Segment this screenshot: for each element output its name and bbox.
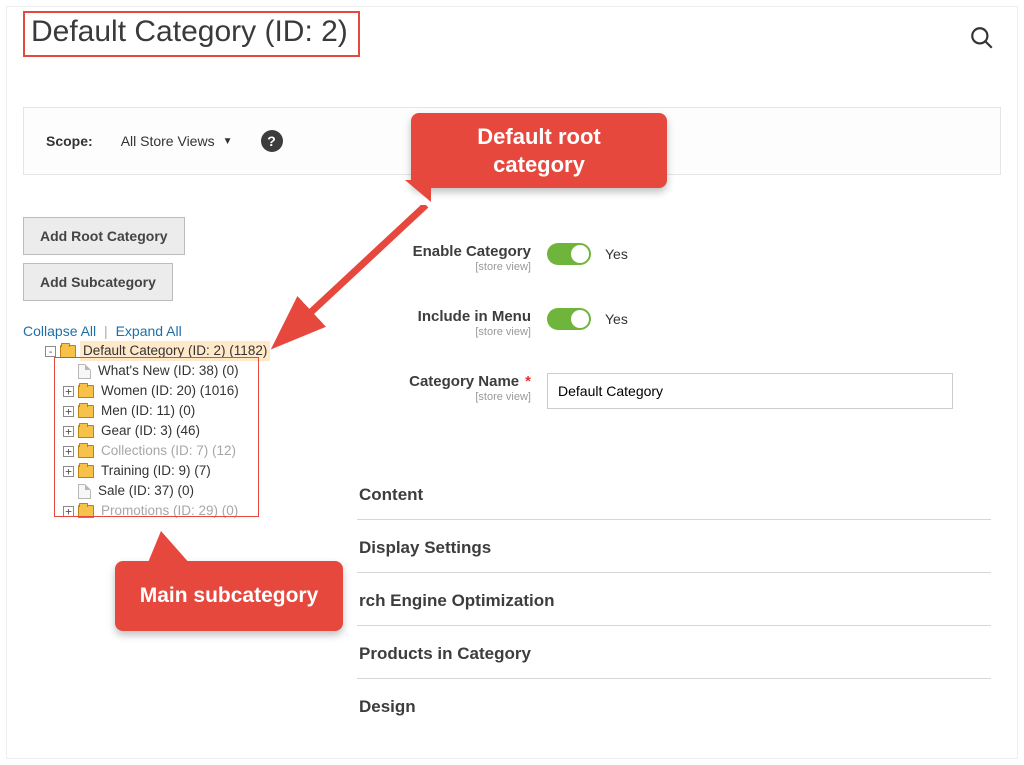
help-icon[interactable]: ? (261, 130, 283, 152)
include-in-menu-toggle[interactable] (547, 308, 591, 330)
scope-note: [store view] (357, 391, 531, 404)
tree-label: What's New (ID: 38) (0) (95, 361, 242, 381)
expand-icon[interactable]: + (63, 466, 74, 477)
collapse-icon[interactable]: - (45, 346, 56, 357)
tree-node-men[interactable]: + Men (ID: 11) (0) (23, 401, 323, 421)
page-frame: Default Category (ID: 2) Scope: All Stor… (6, 6, 1018, 759)
left-column: Add Root Category Add Subcategory Collap… (23, 217, 323, 521)
section-design[interactable]: Design (357, 679, 991, 731)
include-in-menu-label: Include in Menu (418, 308, 531, 325)
tree-node-training[interactable]: + Training (ID: 9) (7) (23, 461, 323, 481)
tree-label: Promotions (ID: 29) (0) (98, 501, 241, 521)
toggle-placeholder (63, 366, 74, 377)
expand-icon[interactable]: + (63, 506, 74, 517)
add-root-category-button[interactable]: Add Root Category (23, 217, 185, 255)
add-subcategory-button[interactable]: Add Subcategory (23, 263, 173, 301)
scope-select[interactable]: All Store Views ▼ (121, 133, 233, 149)
toggle-yes-label: Yes (605, 246, 628, 262)
expand-icon[interactable]: + (63, 406, 74, 417)
tree-label: Men (ID: 11) (0) (98, 401, 198, 421)
enable-category-toggle[interactable] (547, 243, 591, 265)
category-tree: - Default Category (ID: 2) (1182) What's… (23, 341, 323, 521)
tree-label: Collections (ID: 7) (12) (98, 441, 239, 461)
toggle-placeholder (63, 486, 74, 497)
tree-node-gear[interactable]: + Gear (ID: 3) (46) (23, 421, 323, 441)
folder-icon (78, 385, 94, 398)
folder-icon (78, 465, 94, 478)
category-name-label: Category Name (409, 373, 519, 390)
folder-icon (78, 405, 94, 418)
section-seo[interactable]: rch Engine Optimization (357, 573, 991, 626)
folder-icon (78, 445, 94, 458)
expand-icon[interactable]: + (63, 446, 74, 457)
expand-icon[interactable]: + (63, 426, 74, 437)
tree-label: Gear (ID: 3) (46) (98, 421, 203, 441)
scope-note: [store view] (357, 261, 531, 274)
tree-actions: Collapse All | Expand All (23, 323, 323, 339)
folder-icon (60, 345, 76, 358)
tree-node-sale[interactable]: Sale (ID: 37) (0) (23, 481, 323, 501)
tree-node-promotions[interactable]: + Promotions (ID: 29) (0) (23, 501, 323, 521)
expand-icon[interactable]: + (63, 386, 74, 397)
tree-label: Default Category (ID: 2) (1182) (80, 341, 270, 361)
toggle-yes-label: Yes (605, 311, 628, 327)
section-display[interactable]: Display Settings (357, 520, 991, 573)
scope-value: All Store Views (121, 133, 215, 149)
tree-label: Sale (ID: 37) (0) (95, 481, 197, 501)
tree-node-root[interactable]: - Default Category (ID: 2) (1182) (23, 341, 323, 361)
tree-node-collections[interactable]: + Collections (ID: 7) (12) (23, 441, 323, 461)
enable-category-label: Enable Category (413, 243, 531, 260)
page-title: Default Category (ID: 2) (31, 15, 348, 48)
collapse-all-link[interactable]: Collapse All (23, 323, 96, 339)
chevron-down-icon: ▼ (223, 136, 233, 147)
required-asterisk: * (519, 373, 531, 390)
annotation-root-category: Default root category (411, 113, 667, 188)
annotation-main-subcategory: Main subcategory (115, 561, 343, 631)
page-title-highlight: Default Category (ID: 2) (23, 11, 360, 57)
enable-category-row: Enable Category [store view] Yes (357, 243, 991, 274)
category-name-input[interactable] (547, 373, 953, 409)
scope-label: Scope: (46, 133, 93, 149)
tree-label: Training (ID: 9) (7) (98, 461, 214, 481)
include-in-menu-row: Include in Menu [store view] Yes (357, 308, 991, 339)
page-icon (78, 484, 91, 499)
section-products[interactable]: Products in Category (357, 626, 991, 679)
expand-all-link[interactable]: Expand All (116, 323, 182, 339)
form-column: Enable Category [store view] Yes Include… (357, 243, 991, 443)
tree-node-women[interactable]: + Women (ID: 20) (1016) (23, 381, 323, 401)
folder-icon (78, 505, 94, 518)
tree-node-whats-new[interactable]: What's New (ID: 38) (0) (23, 361, 323, 381)
section-content[interactable]: Content (357, 467, 991, 520)
category-name-row: Category Name* [store view] (357, 373, 991, 409)
tree-label: Women (ID: 20) (1016) (98, 381, 242, 401)
search-icon[interactable] (969, 25, 997, 53)
scope-note: [store view] (357, 326, 531, 339)
page-icon (78, 364, 91, 379)
accordion-sections: Content Display Settings rch Engine Opti… (357, 467, 991, 731)
folder-icon (78, 425, 94, 438)
separator: | (100, 323, 112, 339)
